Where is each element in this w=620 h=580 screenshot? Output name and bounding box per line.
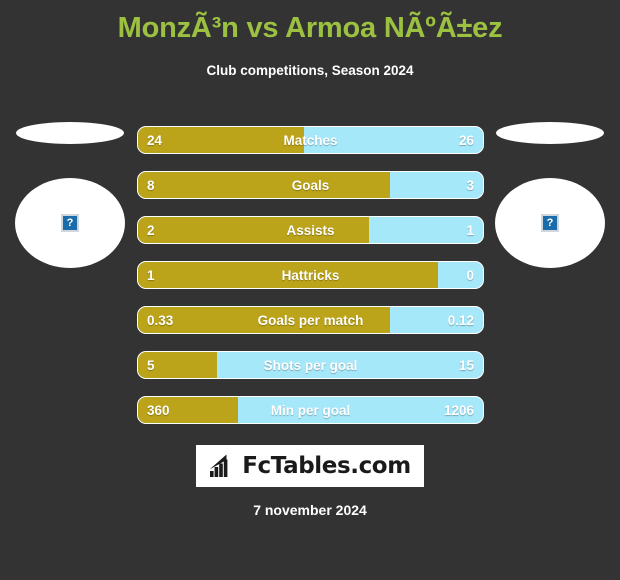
stat-row: 1 Hattricks 0 bbox=[137, 261, 484, 289]
stat-home-value: 360 bbox=[147, 402, 170, 418]
missing-image-icon: ? bbox=[61, 214, 79, 232]
page-subtitle: Club competitions, Season 2024 bbox=[206, 63, 414, 78]
home-player-photo: ? bbox=[15, 178, 125, 268]
stat-bar-home-fill bbox=[138, 262, 439, 288]
stat-home-value: 1 bbox=[147, 267, 155, 283]
stat-away-value: 0 bbox=[466, 267, 474, 283]
stat-away-value: 26 bbox=[458, 132, 474, 148]
stat-away-value: 3 bbox=[466, 177, 474, 193]
page-title: MonzÃ³n vs Armoa NÃºÃ±ez bbox=[117, 12, 503, 44]
footer-date: 7 november 2024 bbox=[253, 502, 367, 518]
stat-home-value: 8 bbox=[147, 177, 155, 193]
stat-away-value: 1206 bbox=[443, 402, 474, 418]
away-player-photo: ? bbox=[495, 178, 605, 268]
stat-row: 2 Assists 1 bbox=[137, 216, 484, 244]
stat-bar-home-fill bbox=[138, 172, 390, 198]
logo-text: FcTables.com bbox=[242, 453, 411, 479]
fctables-logo[interactable]: FcTables.com bbox=[196, 445, 424, 487]
stat-row: 5 Shots per goal 15 bbox=[137, 351, 484, 379]
stat-bar-home-fill bbox=[138, 217, 370, 243]
comparison-infographic: MonzÃ³n vs Armoa NÃºÃ±ez Club competitio… bbox=[0, 0, 620, 580]
stat-row: 8 Goals 3 bbox=[137, 171, 484, 199]
stat-bar-home-fill bbox=[138, 307, 390, 333]
stat-home-value: 2 bbox=[147, 222, 155, 238]
stat-away-value: 1 bbox=[466, 222, 474, 238]
stat-row: 24 Matches 26 bbox=[137, 126, 484, 154]
stat-away-value: 0.12 bbox=[447, 312, 474, 328]
away-player-photo-strip bbox=[496, 122, 604, 144]
stat-bar-home-fill bbox=[138, 127, 304, 153]
stat-away-value: 15 bbox=[458, 357, 474, 373]
home-player-photo-strip bbox=[16, 122, 124, 144]
stat-home-value: 5 bbox=[147, 357, 155, 373]
stat-row: 0.33 Goals per match 0.12 bbox=[137, 306, 484, 334]
stat-row: 360 Min per goal 1206 bbox=[137, 396, 484, 424]
stat-home-value: 0.33 bbox=[147, 312, 174, 328]
stat-home-value: 24 bbox=[147, 132, 163, 148]
bar-chart-growth-icon bbox=[209, 454, 228, 477]
stat-comparison-bars: 24 Matches 26 8 Goals 3 2 Assists 1 1 Hattricks 0 0.… bbox=[137, 126, 484, 441]
missing-image-icon: ? bbox=[541, 214, 559, 232]
